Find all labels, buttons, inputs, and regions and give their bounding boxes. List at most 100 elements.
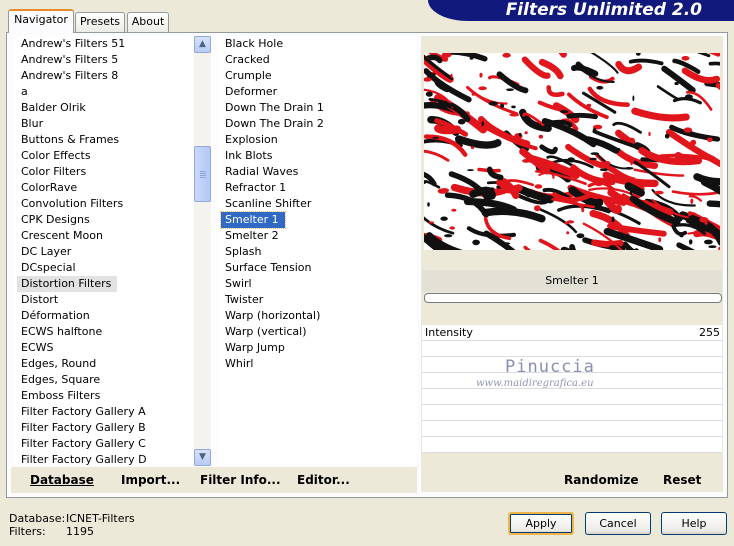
category-scrollbar[interactable]: ▲ ▼ [194,36,211,466]
category-list-item[interactable]: Balder Olrik [17,100,92,116]
filter-list-item[interactable]: Deformer [221,84,283,100]
randomize-button[interactable]: Randomize [564,473,638,487]
filter-list-item[interactable]: Refractor 1 [221,180,292,196]
editor-button[interactable]: Editor... [297,473,350,487]
preview-blot [594,181,604,187]
filter-list-item[interactable]: Warp (vertical) [221,324,313,340]
filter-list-item[interactable]: Smelter 1 [220,211,286,229]
preview-stroke [628,58,664,66]
preview-blot [470,146,475,150]
preview-blot [654,190,664,195]
tab-presets[interactable]: Presets [75,12,125,32]
category-list-item[interactable]: Déformation [17,308,96,324]
preview-blot [538,134,543,139]
cancel-button[interactable]: Cancel [585,512,651,535]
scroll-down-icon[interactable]: ▼ [194,449,211,466]
preview-stroke [631,107,690,122]
tab-about[interactable]: About [127,12,169,32]
preview-blot [425,91,433,97]
category-list-item[interactable]: Andrew's Filters 51 [17,36,131,52]
category-list-item[interactable]: Edges, Round [17,356,102,372]
preview-blot [624,167,634,170]
database-button[interactable]: Database [30,473,94,487]
preview-blot [444,234,453,238]
scroll-up-icon[interactable]: ▲ [194,36,211,53]
filter-list-item[interactable]: Crumple [221,68,278,84]
category-list-item[interactable]: Filter Factory Gallery C [17,436,152,452]
category-list-item[interactable]: Filter Factory Gallery B [17,420,152,436]
category-list[interactable]: Andrew's Filters 51 Andrew's Filters 5 And… [13,36,194,466]
preview-blot [467,169,474,172]
filter-list-item[interactable]: Splash [221,244,267,260]
category-list-item[interactable]: ECWS halftone [17,324,108,340]
apply-button[interactable]: Apply [508,512,574,535]
preview-blot [538,215,542,219]
category-list-item[interactable]: Convolution Filters [17,196,129,212]
category-list-item[interactable]: Distortion Filters [17,276,118,292]
preview-blot [481,121,484,127]
preview-stroke [587,86,630,107]
filter-info-button[interactable]: Filter Info... [200,473,281,487]
import-button[interactable]: Import... [121,473,180,487]
preview-blot [478,86,487,91]
preview-blot [608,245,617,250]
filter-list-item[interactable]: Whirl [221,356,259,372]
category-list-item[interactable]: Andrew's Filters 8 [17,68,124,84]
category-list-item[interactable]: DC Layer [17,244,77,260]
category-list-item[interactable]: Color Filters [17,164,92,180]
filter-list-item[interactable]: Twister [221,292,269,308]
category-list-item[interactable]: Distort [17,292,64,308]
filter-list-item[interactable]: Cracked [221,52,276,68]
filter-list-item[interactable]: Surface Tension [221,260,317,276]
filter-list-item[interactable]: Scanline Shifter [221,196,317,212]
category-list-item[interactable]: ECWS [17,340,60,356]
preview-stroke [708,61,720,66]
filter-list-item[interactable]: Down The Drain 1 [221,100,330,116]
selected-filter-name: Smelter 1 [422,270,722,292]
reset-button[interactable]: Reset [663,473,701,487]
preview-blot [603,161,611,166]
parameter-list: Intensity 255 [422,325,722,453]
preview-blot [488,187,495,190]
filter-list-item[interactable]: Down The Drain 2 [221,116,330,132]
category-list-item[interactable]: Crescent Moon [17,228,109,244]
preview-blot [524,131,528,135]
preview-blot [437,188,448,194]
param-row-empty [422,341,722,357]
category-list-item[interactable]: Buttons & Frames [17,132,125,148]
category-list-item[interactable]: Andrew's Filters 5 [17,52,124,68]
progress-bar [424,293,722,303]
scrollbar-thumb[interactable] [194,146,211,202]
filter-list-item[interactable]: Radial Waves [221,164,304,180]
filter-list-item[interactable]: Warp (horizontal) [221,308,326,324]
tab-navigator[interactable]: Navigator [8,9,74,33]
category-list-item[interactable]: Filter Factory Gallery A [17,404,152,420]
filter-list-item[interactable]: Black Hole [221,36,289,52]
help-button[interactable]: Help [661,512,727,535]
filter-list-item[interactable]: Smelter 2 [221,228,285,244]
preview-stroke [454,135,502,149]
category-list-item[interactable]: ColorRave [17,180,83,196]
preview-stroke [671,190,720,196]
filter-list-item[interactable]: Swirl [221,276,258,292]
preview-blot [629,190,633,196]
category-list-item[interactable]: a [17,84,34,100]
category-list-item[interactable]: CPK Designs [17,212,96,228]
category-list-item[interactable]: Blur [17,116,49,132]
category-list-item[interactable]: Edges, Square [17,372,106,388]
filter-list-item[interactable]: Explosion [221,132,284,148]
database-button-label: Database [30,473,94,487]
category-list-item[interactable]: Filter Factory Gallery D [17,452,153,466]
filter-list-item[interactable]: Ink Blots [221,148,278,164]
preview-stroke [566,112,598,120]
category-list-item[interactable]: Color Effects [17,148,97,164]
preview-blot [590,152,600,155]
param-row-intensity[interactable]: Intensity 255 [422,325,722,341]
preview-blot [440,216,448,221]
preview-blot [589,157,597,161]
category-list-item[interactable]: DCspecial [17,260,82,276]
filter-list-item[interactable]: Warp Jump [221,340,291,356]
category-list-item[interactable]: Emboss Filters [17,388,106,404]
filter-list[interactable]: Black Hole Cracked Crumple Deformer Down The… [217,36,417,466]
preview-blot [635,53,641,56]
